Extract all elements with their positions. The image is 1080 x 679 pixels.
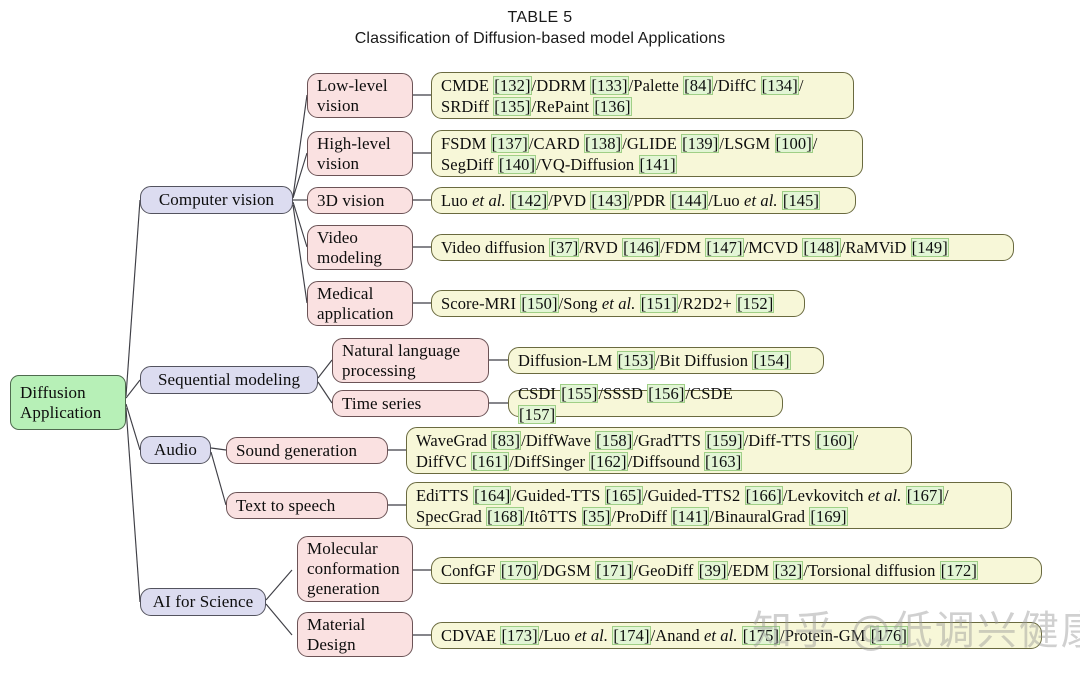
reference-list-time-series[interactable]: CSDI [155]/SSSD [156]/CSDE [157] — [508, 383, 783, 424]
reference-list-text: Luo et al. [142]/PVD [143]/PDR [144]/Luo… — [441, 191, 821, 210]
reference-list-medical-application[interactable]: Score-MRI [150]/Song et al. [151]/R2D2+ … — [431, 290, 805, 317]
reference-list-molecular-conformation-generation[interactable]: ConfGF [170]/DGSM [171]/GeoDiff [39]/EDM… — [431, 557, 1042, 584]
table-number: TABLE 5 — [507, 9, 573, 26]
subcategory-label: Natural language processing — [342, 340, 461, 380]
subcategory-label: Medical application — [317, 283, 394, 323]
table-caption: Classification of Diffusion-based model … — [354, 30, 726, 47]
reference-list-text: CDVAE [173]/Luo et al. [174]/Anand et al… — [441, 626, 908, 645]
subcategory-label: Low-level vision — [317, 75, 388, 115]
subcategory-label: Molecular conformation generation — [307, 539, 400, 598]
subcategory-node-medical-application[interactable]: Medical application — [307, 281, 413, 326]
subcategory-label: Material Design — [307, 614, 366, 654]
reference-list-text: Score-MRI [150]/Song et al. [151]/R2D2+ … — [441, 294, 775, 313]
reference-list-low-level-vision[interactable]: CMDE [132]/DDRM [133]/Palette [84]/DiffC… — [431, 72, 854, 119]
diagram-canvas: TABLE 5 Classification of Diffusion-base… — [0, 0, 1080, 679]
subcategory-node-molecular-conformation-generation[interactable]: Molecular conformation generation — [297, 536, 413, 602]
root-node-label: Diffusion Application — [20, 382, 102, 422]
category-label: Computer vision — [158, 190, 275, 209]
category-node-ai-for-science[interactable]: AI for Science — [140, 588, 266, 616]
category-label: Audio — [154, 440, 197, 459]
reference-list-text: ConfGF [170]/DGSM [171]/GeoDiff [39]/EDM… — [441, 561, 978, 580]
reference-list-high-level-vision[interactable]: FSDM [137]/CARD [138]/GLIDE [139]/LSGM [… — [431, 130, 863, 177]
table-title-block: TABLE 5 Classification of Diffusion-base… — [0, 8, 1080, 50]
subcategory-node-time-series[interactable]: Time series — [332, 390, 489, 417]
reference-list-natural-language-processing[interactable]: Diffusion-LM [153]/Bit Diffusion [154] — [508, 347, 824, 374]
reference-list-text: EdiTTS [164]/Guided-TTS [165]/Guided-TTS… — [416, 485, 949, 526]
reference-list-text: FSDM [137]/CARD [138]/GLIDE [139]/LSGM [… — [441, 133, 818, 174]
subcategory-node-material-design[interactable]: Material Design — [297, 612, 413, 657]
subcategory-node-sound-generation[interactable]: Sound generation — [226, 437, 388, 464]
category-node-audio[interactable]: Audio — [140, 436, 211, 464]
subcategory-node-natural-language-processing[interactable]: Natural language processing — [332, 338, 489, 383]
reference-list-text: Diffusion-LM [153]/Bit Diffusion [154] — [518, 351, 791, 370]
reference-list-material-design[interactable]: CDVAE [173]/Luo et al. [174]/Anand et al… — [431, 622, 1042, 649]
subcategory-node-text-to-speech[interactable]: Text to speech — [226, 492, 388, 519]
category-node-computer-vision[interactable]: Computer vision — [140, 186, 293, 214]
reference-list-text-to-speech[interactable]: EdiTTS [164]/Guided-TTS [165]/Guided-TTS… — [406, 482, 1012, 529]
reference-list-video-modeling[interactable]: Video diffusion [37]/RVD [146]/FDM [147]… — [431, 234, 1014, 261]
subcategory-label: Time series — [342, 393, 422, 413]
reference-list-3d-vision[interactable]: Luo et al. [142]/PVD [143]/PDR [144]/Luo… — [431, 187, 856, 214]
subcategory-label: Text to speech — [236, 495, 336, 515]
subcategory-node-3d-vision[interactable]: 3D vision — [307, 187, 413, 214]
subcategory-node-video-modeling[interactable]: Video modeling — [307, 225, 413, 270]
reference-list-text: Video diffusion [37]/RVD [146]/FDM [147]… — [441, 238, 949, 257]
subcategory-label: Sound generation — [236, 440, 358, 460]
reference-list-text: WaveGrad [83]/DiffWave [158]/GradTTS [15… — [416, 430, 859, 471]
category-label: AI for Science — [152, 592, 254, 611]
subcategory-node-low-level-vision[interactable]: Low-level vision — [307, 73, 413, 118]
reference-list-sound-generation[interactable]: WaveGrad [83]/DiffWave [158]/GradTTS [15… — [406, 427, 912, 474]
root-node-diffusion-application[interactable]: Diffusion Application — [10, 375, 126, 430]
subcategory-node-high-level-vision[interactable]: High-level vision — [307, 131, 413, 176]
subcategory-label: 3D vision — [317, 190, 385, 210]
category-label: Sequential modeling — [157, 370, 301, 389]
subcategory-label: Video modeling — [317, 227, 383, 267]
reference-list-text: CSDI [155]/SSSD [156]/CSDE [157] — [518, 383, 733, 424]
reference-list-text: CMDE [132]/DDRM [133]/Palette [84]/DiffC… — [441, 75, 804, 116]
subcategory-label: High-level vision — [317, 133, 391, 173]
category-node-sequential-modeling[interactable]: Sequential modeling — [140, 366, 318, 394]
